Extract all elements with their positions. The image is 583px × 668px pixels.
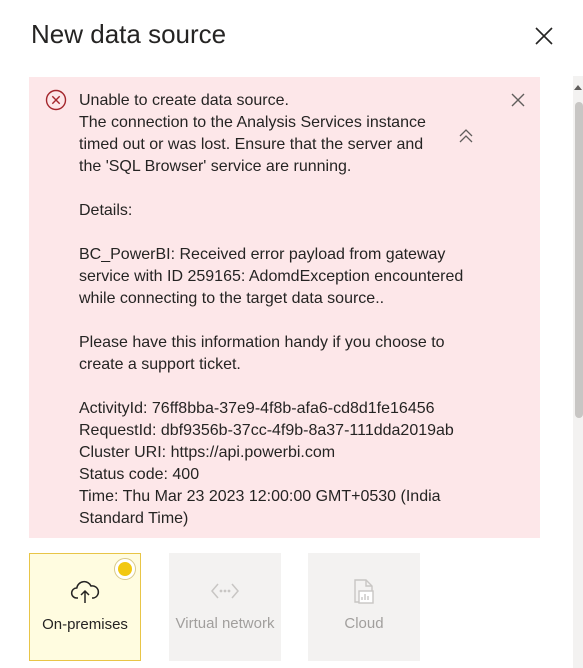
close-icon	[511, 93, 525, 107]
vertical-scrollbar[interactable]	[573, 76, 583, 668]
tile-label: Cloud	[344, 615, 384, 632]
cloud-upload-icon	[69, 576, 101, 608]
error-line: create a support ticket.	[79, 356, 241, 373]
error-line: Please have this information handy if yo…	[79, 334, 445, 351]
collapse-details-button[interactable]	[455, 125, 477, 147]
error-line: Details:	[79, 202, 133, 219]
error-line: timed out or was lost. Ensure that the s…	[79, 136, 424, 153]
page-title: New data source	[31, 19, 227, 49]
error-line: RequestId: dbf9356b-37cc-4f9b-8a37-111dd…	[79, 422, 454, 439]
error-line: Standard Time)	[79, 510, 189, 527]
error-line: Cluster URI: https://api.powerbi.com	[79, 444, 336, 461]
error-line: ActivityId: 76ff8bba-37e9-4f8b-afa6-cd8d…	[79, 400, 435, 417]
error-line: Time: Thu Mar 23 2023 12:00:00 GMT+0530 …	[79, 488, 441, 505]
error-circle-icon	[45, 89, 67, 111]
dismiss-error-button[interactable]	[507, 89, 529, 111]
cloud-report-icon	[348, 575, 380, 607]
tile-label: On-premises	[42, 616, 128, 633]
error-message-text: Unable to create data source. The connec…	[79, 90, 479, 530]
chevron-double-up-icon	[459, 129, 473, 143]
connection-type-cloud[interactable]: Cloud	[308, 553, 420, 661]
connection-type-on-premises[interactable]: On-premises	[29, 553, 141, 661]
selected-indicator	[114, 558, 136, 580]
error-line: Unable to create data source.	[79, 92, 289, 109]
close-icon	[535, 27, 553, 45]
error-line: Status code: 400	[79, 466, 200, 483]
error-line: the 'SQL Browser' service are running.	[79, 158, 352, 175]
error-line: service with ID 259165: AdomdException e…	[79, 268, 464, 285]
close-panel-button[interactable]	[530, 22, 558, 50]
error-line: The connection to the Analysis Services …	[79, 114, 426, 131]
scroll-up-arrow[interactable]	[573, 82, 583, 92]
scrollbar-thumb[interactable]	[575, 102, 583, 418]
tile-label: Virtual network	[175, 615, 275, 632]
error-line: BC_PowerBI: Received error payload from …	[79, 246, 446, 263]
error-line: while connecting to the target data sour…	[79, 290, 385, 307]
virtual-network-icon	[209, 575, 241, 607]
connection-type-virtual-network[interactable]: Virtual network	[169, 553, 281, 661]
error-message-bar: Unable to create data source. The connec…	[29, 77, 540, 538]
